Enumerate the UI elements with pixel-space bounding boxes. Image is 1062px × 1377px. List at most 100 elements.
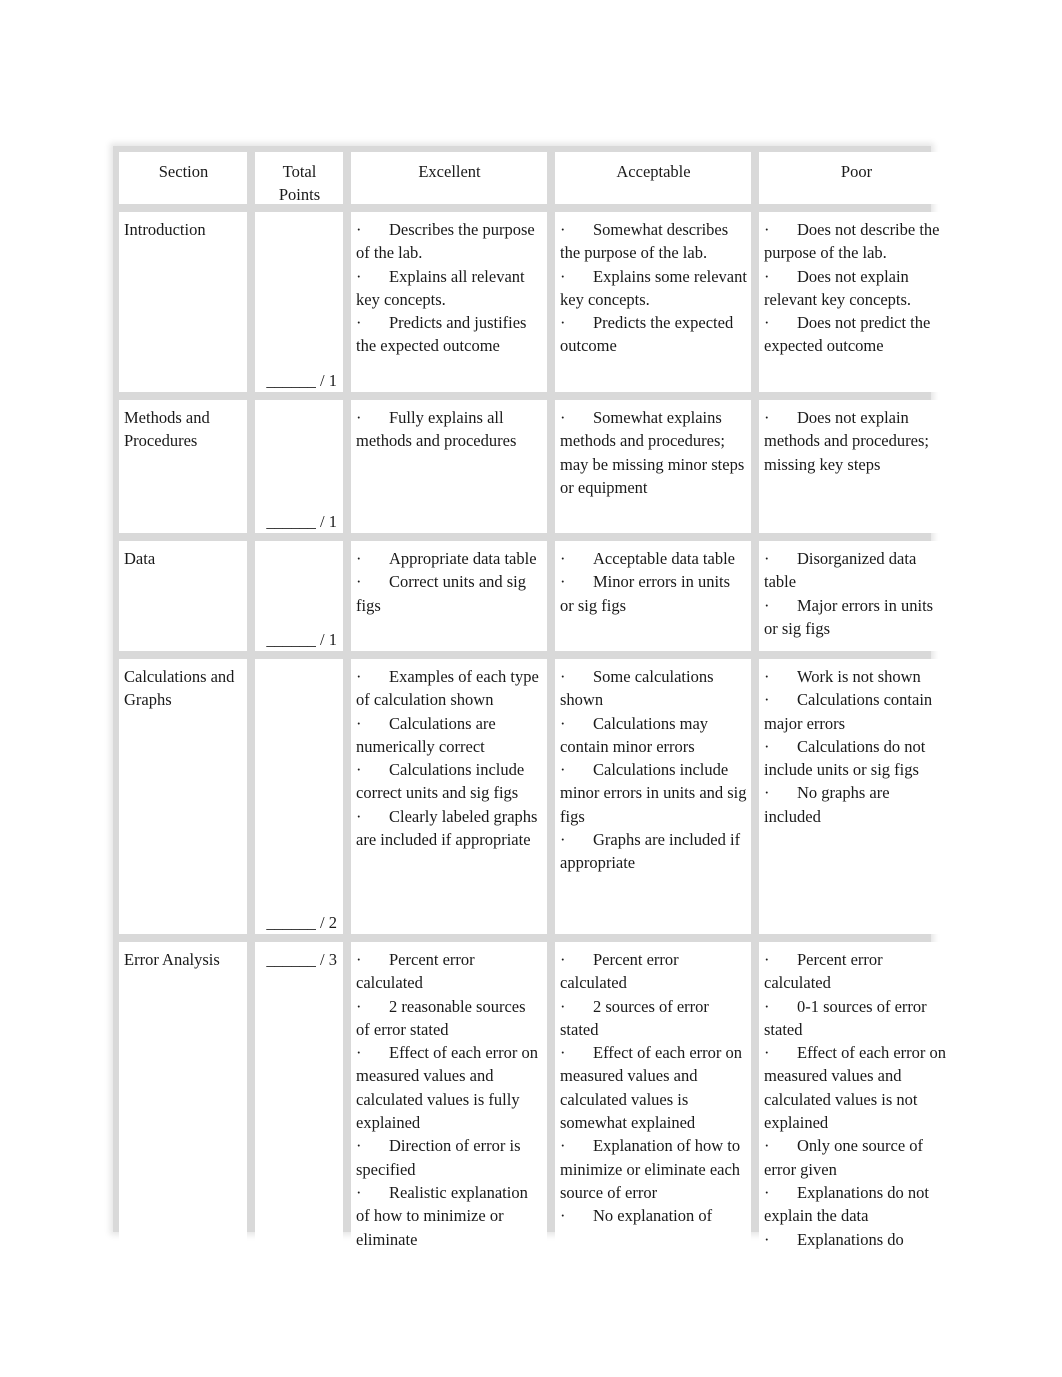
row-excellent-criteria: · Describes the purpose of the lab. · Expla… (351, 212, 547, 392)
criteria-bullet-item: · Explanation of how to minimize or elimi… (560, 1134, 747, 1204)
bullet-dot-icon: · (764, 313, 770, 333)
bullet-dot-icon: · (560, 549, 566, 568)
criteria-bullet-item: · Correct units and sig figs (356, 570, 543, 617)
header-section: Section (119, 152, 247, 204)
bullet-dot-icon: · (356, 549, 362, 568)
criteria-bullet-item: · Does not describe the purpose of the la… (764, 218, 949, 265)
criteria-text: Acceptable data table (593, 549, 735, 568)
bullet-dot-icon: · (764, 1182, 770, 1202)
points-blank: ______ / 3 (266, 950, 337, 969)
row-section-name: Calculations and Graphs (119, 659, 247, 934)
criteria-bullet-item: · Appropriate data table (356, 547, 543, 570)
row-poor-criteria: · Does not explain methods and procedures… (759, 400, 953, 533)
criteria-text: Explanations do (797, 1229, 904, 1249)
bullet-dot-icon: · (764, 266, 770, 286)
criteria-bullet-item: · No explanation of (560, 1204, 747, 1227)
bullet-dot-icon: · (764, 220, 770, 239)
criteria-bullet-item: · Percent error calculated (356, 948, 543, 995)
criteria-bullet-item: · Calculations contain major errors (764, 688, 949, 735)
bullet-dot-icon: · (560, 996, 566, 1016)
criteria-text: Work is not shown (797, 667, 921, 686)
criteria-bullet-item: · Minor errors in units or sig figs (560, 570, 747, 617)
bullet-dot-icon: · (356, 996, 362, 1016)
criteria-bullet-item: · Effect of each error on measured values… (356, 1041, 543, 1134)
criteria-bullet-item: · Effect of each error on measured values… (560, 1041, 747, 1134)
criteria-bullet-item: · Predicts and justifies the expected out… (356, 311, 543, 358)
criteria-bullet-item: · Major errors in units or sig figs (764, 594, 949, 641)
criteria-bullet-item: · Does not predict the expected outcome (764, 311, 949, 358)
bullet-dot-icon: · (560, 572, 566, 592)
bullet-dot-icon: · (764, 783, 770, 803)
points-blank: ______ / 2 (266, 912, 337, 932)
criteria-bullet-item: · Graphs are included if appropriate (560, 828, 747, 875)
criteria-bullet-item: · Only one source of error given (764, 1134, 949, 1181)
criteria-bullet-item: · Effect of each error on measured values… (764, 1041, 949, 1134)
points-blank: ______ / 1 (266, 629, 337, 649)
row-excellent-criteria: · Fully explains all methods and procedur… (351, 400, 547, 533)
row-acceptable-criteria: · Somewhat explains methods and procedure… (555, 400, 751, 533)
bullet-dot-icon: · (560, 408, 566, 427)
bullet-dot-icon: · (356, 572, 362, 592)
bullet-dot-icon: · (764, 1043, 770, 1063)
criteria-bullet-item: · Examples of each type of calculation sh… (356, 665, 543, 712)
header-acceptable: Acceptable (555, 152, 751, 204)
criteria-text: No explanation of (593, 1206, 713, 1226)
row-points-field[interactable]: ______ / 1 (255, 212, 343, 392)
row-points-field[interactable]: ______ / 2 (255, 659, 343, 934)
row-poor-criteria: · Disorganized data table · Major errors in… (759, 541, 953, 651)
row-excellent-criteria: · Percent error calculated · 2 reasonable s… (351, 942, 547, 1262)
criteria-bullet-item: · Does not explain relevant key concepts. (764, 265, 949, 312)
criteria-bullet-item: · Somewhat explains methods and procedure… (560, 406, 747, 499)
row-section-name: Error Analysis (119, 942, 247, 1262)
bullet-dot-icon: · (560, 1206, 566, 1226)
bullet-dot-icon: · (560, 713, 566, 733)
bullet-dot-icon: · (356, 713, 362, 733)
criteria-bullet-item: · Disorganized data table (764, 547, 949, 594)
row-poor-criteria: · Does not describe the purpose of the la… (759, 212, 953, 392)
row-section-name: Data (119, 541, 247, 651)
criteria-bullet-item: · Work is not shown (764, 665, 949, 688)
criteria-bullet-item: · Clearly labeled graphs are included if … (356, 805, 543, 852)
bullet-dot-icon: · (764, 408, 770, 427)
bullet-dot-icon: · (356, 1136, 362, 1156)
bullet-dot-icon: · (356, 667, 362, 686)
row-excellent-criteria: · Examples of each type of calculation sh… (351, 659, 547, 934)
criteria-bullet-item: · Some calculations shown (560, 665, 747, 712)
row-section-name: Methods and Procedures (119, 400, 247, 533)
row-points-field[interactable]: ______ / 3 (255, 942, 343, 1262)
row-points-field[interactable]: ______ / 1 (255, 541, 343, 651)
bullet-dot-icon: · (764, 736, 770, 756)
bullet-dot-icon: · (560, 950, 566, 969)
criteria-bullet-item: · Describes the purpose of the lab. (356, 218, 543, 265)
bullet-dot-icon: · (560, 667, 566, 686)
bullet-dot-icon: · (560, 830, 566, 850)
bullet-dot-icon: · (764, 950, 770, 969)
points-blank: ______ / 1 (266, 511, 337, 531)
header-poor: Poor (759, 152, 953, 204)
criteria-bullet-item: · Fully explains all methods and procedur… (356, 406, 543, 453)
bullet-dot-icon: · (764, 1136, 770, 1156)
criteria-bullet-item: · Does not explain methods and procedures… (764, 406, 949, 476)
criteria-bullet-item: · Percent error calculated (764, 948, 949, 995)
criteria-bullet-item: · Percent error calculated (560, 948, 747, 995)
row-acceptable-criteria: · Percent error calculated · 2 sources of e… (555, 942, 751, 1262)
bullet-dot-icon: · (356, 1182, 362, 1202)
bullet-dot-icon: · (764, 549, 770, 568)
bullet-dot-icon: · (356, 313, 362, 333)
bullet-dot-icon: · (560, 760, 566, 780)
header-excellent: Excellent (351, 152, 547, 204)
row-acceptable-criteria: · Some calculations shown · Calculations ma… (555, 659, 751, 934)
criteria-bullet-item: · Calculations are numerically correct (356, 712, 543, 759)
bullet-dot-icon: · (560, 1043, 566, 1063)
criteria-bullet-item: · Explanations do (764, 1228, 949, 1251)
row-acceptable-criteria: · Acceptable data table · Minor errors in u… (555, 541, 751, 651)
row-points-field[interactable]: ______ / 1 (255, 400, 343, 533)
criteria-bullet-item: · Predicts the expected outcome (560, 311, 747, 358)
bullet-dot-icon: · (356, 806, 362, 826)
criteria-bullet-item: · Calculations may contain minor errors (560, 712, 747, 759)
criteria-bullet-item: · 2 reasonable sources of error stated (356, 995, 543, 1042)
bullet-dot-icon: · (560, 220, 566, 239)
criteria-bullet-item: · No graphs are included (764, 781, 949, 828)
bullet-dot-icon: · (560, 1136, 566, 1156)
points-blank: ______ / 1 (266, 370, 337, 390)
